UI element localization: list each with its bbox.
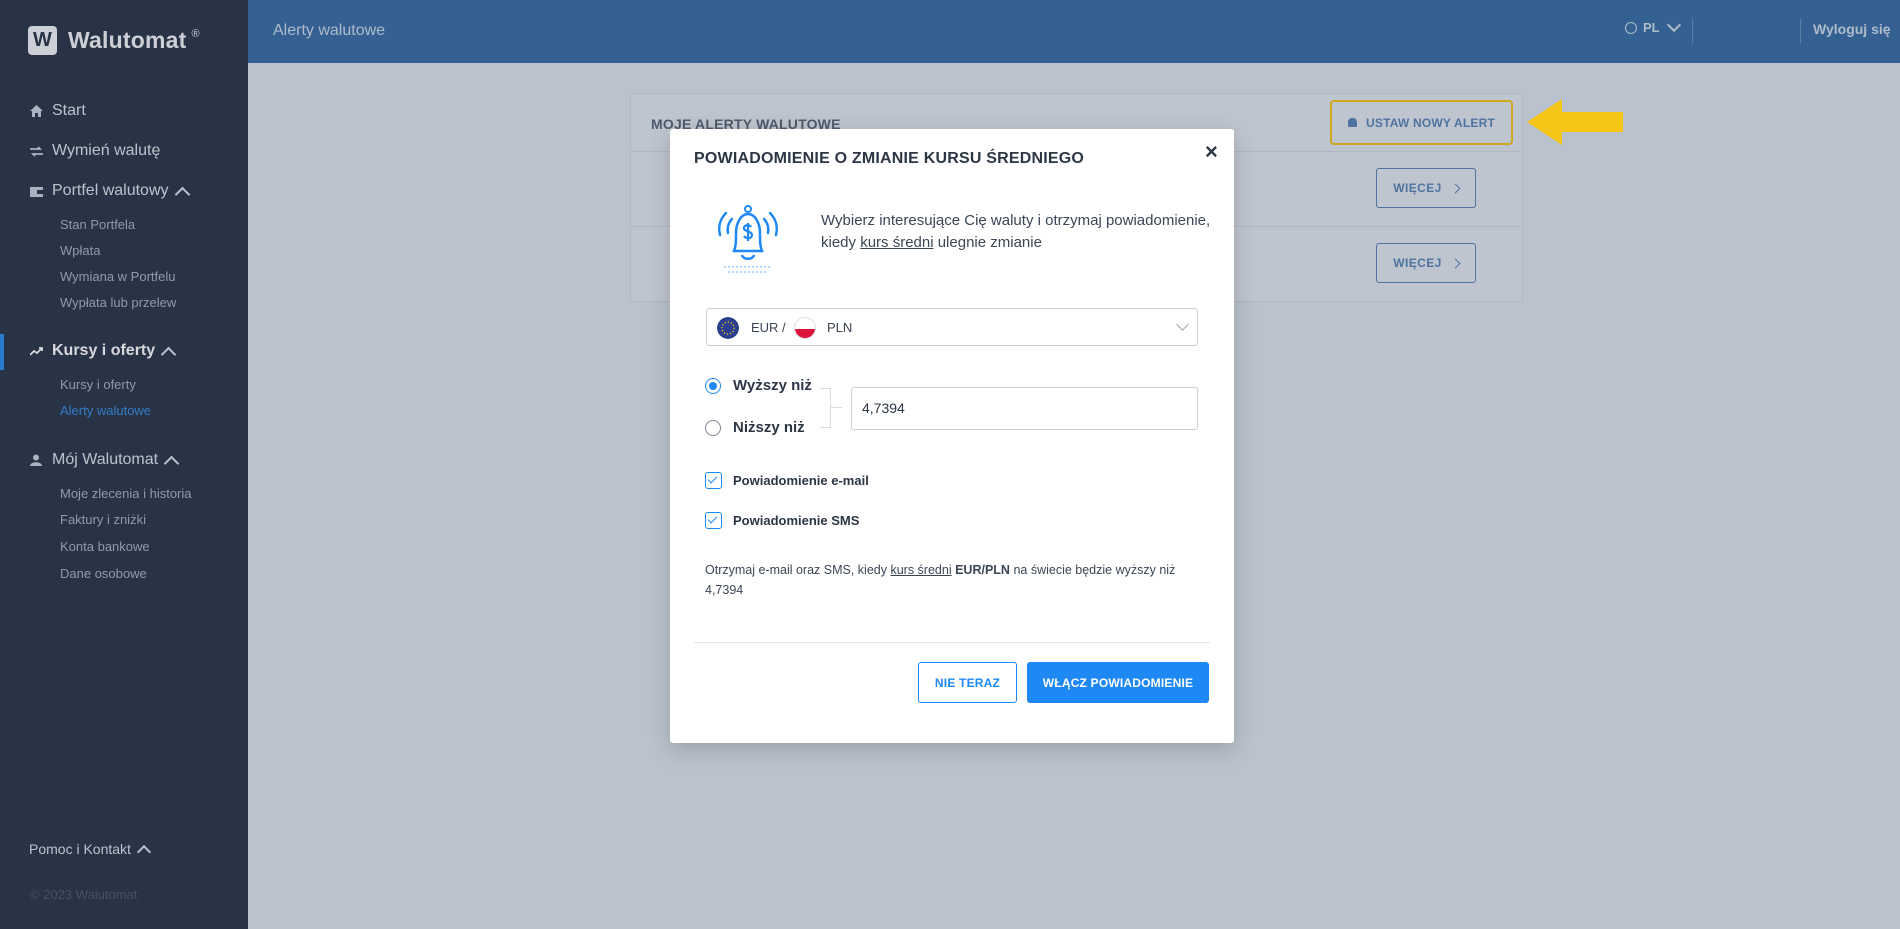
bracket-connector xyxy=(830,407,842,408)
checkbox-checked[interactable] xyxy=(705,472,722,489)
modal-title: POWIADOMIENIE O ZMIANIE KURSU ŚREDNIEGO xyxy=(694,150,1085,167)
modal-description: Wybierz interesujące Cię waluty i otrzym… xyxy=(821,210,1221,254)
checkbox-checked[interactable] xyxy=(705,512,722,529)
radio-label: Wyższy niż xyxy=(733,377,812,394)
bell-dollar-icon xyxy=(718,205,778,273)
currency-pair-select[interactable]: EUR / PLN xyxy=(706,308,1198,346)
not-now-button[interactable]: NIE TERAZ xyxy=(918,662,1017,703)
radio-label: Niższy niż xyxy=(733,419,805,436)
description-text: ulegnie zmianie xyxy=(933,234,1042,251)
summary-text: na świecie będzie wyższy niż xyxy=(1009,563,1176,577)
chevron-down-icon xyxy=(1176,318,1189,331)
checkbox-label: Powiadomienie SMS xyxy=(733,513,860,528)
radio-button-checked[interactable] xyxy=(705,377,721,394)
notification-summary: Otrzymaj e-mail oraz SMS, kiedy kurs śre… xyxy=(705,560,1205,600)
arrow-pointer-icon xyxy=(1527,99,1623,145)
pl-flag-icon xyxy=(794,317,816,339)
currency-separator: / xyxy=(782,320,786,335)
currency-pair: EUR/PLN xyxy=(955,563,1010,577)
checkbox-label: Powiadomienie e-mail xyxy=(733,473,869,488)
summary-value: 4,7394 xyxy=(705,583,744,597)
currency-from: EUR xyxy=(751,320,779,335)
close-icon[interactable]: × xyxy=(1205,139,1218,165)
divider xyxy=(694,642,1210,643)
average-rate-link[interactable]: kurs średni xyxy=(890,563,951,577)
enable-notification-button[interactable]: WŁĄCZ POWIADOMIENIE xyxy=(1027,662,1209,703)
average-rate-link[interactable]: kurs średni xyxy=(860,234,933,251)
radio-below[interactable]: Niższy niż xyxy=(705,419,805,436)
radio-button-unchecked[interactable] xyxy=(705,419,721,436)
email-notification-checkbox[interactable]: Powiadomienie e-mail xyxy=(705,472,869,489)
bracket-connector xyxy=(820,388,831,428)
rate-value-input[interactable]: 4,7394 xyxy=(851,387,1198,430)
sms-notification-checkbox[interactable]: Powiadomienie SMS xyxy=(705,512,859,529)
radio-above[interactable]: Wyższy niż xyxy=(705,377,812,394)
currency-to: PLN xyxy=(827,320,853,335)
summary-text: Otrzymaj e-mail oraz SMS, kiedy xyxy=(705,563,891,577)
alert-modal: POWIADOMIENIE O ZMIANIE KURSU ŚREDNIEGO … xyxy=(670,129,1234,743)
eu-flag-icon xyxy=(717,317,739,339)
